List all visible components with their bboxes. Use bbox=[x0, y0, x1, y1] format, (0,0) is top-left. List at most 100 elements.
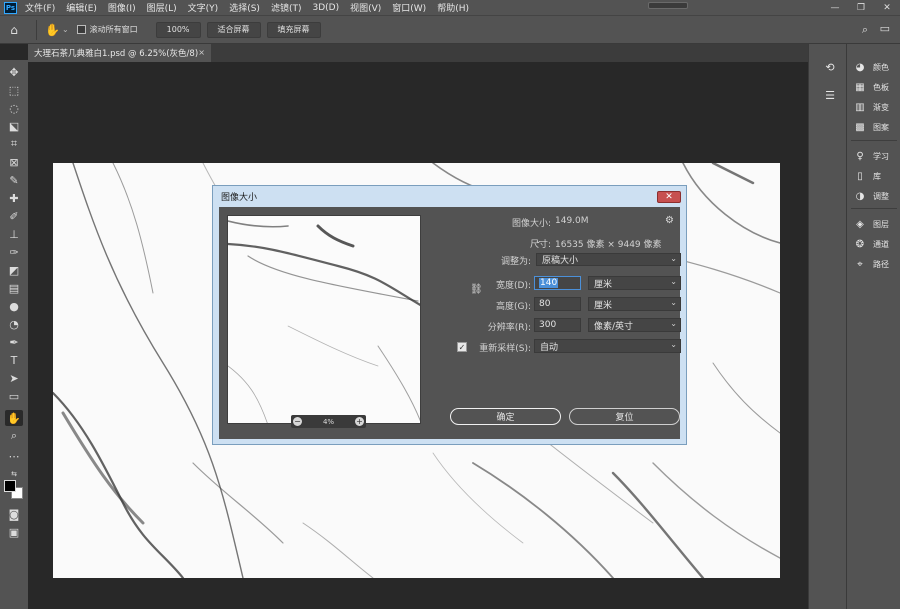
fit-to-value: 原稿大小 bbox=[542, 256, 579, 266]
width-input[interactable]: 140 bbox=[534, 276, 581, 290]
move-tool-icon[interactable]: ✥ bbox=[5, 64, 23, 80]
resample-value: 自动 bbox=[540, 342, 559, 353]
dialog-close-button[interactable]: ✕ bbox=[657, 191, 681, 203]
close-window-button[interactable]: ✕ bbox=[874, 0, 900, 15]
fit-screen-button[interactable]: 适合屏幕 bbox=[206, 21, 261, 38]
dodge-tool-icon[interactable]: ◔ bbox=[5, 316, 23, 332]
menu-help[interactable]: 帮助(H) bbox=[437, 1, 469, 14]
scroll-all-checkbox[interactable] bbox=[76, 25, 86, 34]
panel-patterns[interactable]: ▩ 图案 bbox=[847, 118, 900, 136]
resolution-unit-select[interactable]: 像素/英寸 ⌄ bbox=[588, 318, 681, 332]
panel-label: 库 bbox=[873, 171, 881, 181]
swatches-icon: ▦ bbox=[855, 81, 865, 93]
panel-label: 路径 bbox=[873, 259, 889, 269]
resample-label: 重新采样(S): bbox=[479, 344, 531, 354]
height-unit-select[interactable]: 厘米 ⌄ bbox=[588, 297, 681, 311]
menu-bar: Ps 文件(F) 编辑(E) 图像(I) 图层(L) 文字(Y) 选择(S) 滤… bbox=[0, 0, 900, 15]
panel-adjustments[interactable]: ◑ 调整 bbox=[847, 187, 900, 205]
photoshop-logo-icon: Ps bbox=[4, 1, 17, 14]
history-brush-tool-icon[interactable]: ✑ bbox=[5, 244, 23, 260]
panel-swatches[interactable]: ▦ 色板 bbox=[847, 78, 900, 96]
quick-mask-icon[interactable]: ◙ bbox=[5, 506, 23, 522]
eyedropper-tool-icon[interactable]: ✎ bbox=[5, 172, 23, 188]
menu-layer[interactable]: 图层(L) bbox=[147, 1, 177, 14]
divider bbox=[36, 19, 37, 40]
tab-close-icon[interactable]: × bbox=[198, 48, 205, 57]
gear-icon[interactable]: ⚙ bbox=[665, 215, 674, 226]
width-unit-select[interactable]: 厘米 ⌄ bbox=[588, 276, 681, 290]
menu-select[interactable]: 选择(S) bbox=[229, 1, 260, 14]
panel-gradients[interactable]: ▥ 渐变 bbox=[847, 98, 900, 116]
dimensions-chevron-icon[interactable]: ⌄ bbox=[535, 236, 542, 245]
panel-color[interactable]: ◕ 颜色 bbox=[847, 58, 900, 76]
panel-channels[interactable]: ❂ 通道 bbox=[847, 235, 900, 253]
hand-tool-icon[interactable]: ✋ bbox=[45, 23, 60, 37]
restore-button[interactable]: ❐ bbox=[848, 0, 874, 15]
rectangle-tool-icon[interactable]: ▭ bbox=[5, 388, 23, 404]
frame-tool-icon[interactable]: ⊠ bbox=[5, 154, 23, 170]
image-preview[interactable] bbox=[227, 215, 421, 424]
eraser-tool-icon[interactable]: ◩ bbox=[5, 262, 23, 278]
menu-edit[interactable]: 编辑(E) bbox=[66, 1, 97, 14]
blur-tool-icon[interactable]: ● bbox=[5, 298, 23, 314]
path-select-tool-icon[interactable]: ➤ bbox=[5, 370, 23, 386]
menu-window[interactable]: 窗口(W) bbox=[392, 1, 426, 14]
home-icon[interactable]: ⌂ bbox=[0, 16, 28, 44]
clone-stamp-tool-icon[interactable]: ⊥ bbox=[5, 226, 23, 242]
zoom-in-icon[interactable]: + bbox=[354, 417, 364, 426]
resample-checkbox[interactable]: ✓ bbox=[457, 342, 467, 352]
brush-tool-icon[interactable]: ✐ bbox=[5, 208, 23, 224]
height-input[interactable]: 80 bbox=[534, 297, 581, 311]
marquee-tool-icon[interactable]: ⬚ bbox=[5, 82, 23, 98]
zoom-tool-icon[interactable]: ⌕ bbox=[5, 428, 23, 444]
crop-tool-icon[interactable]: ⌗ bbox=[5, 136, 23, 152]
menu-filter[interactable]: 滤镜(T) bbox=[271, 1, 302, 14]
zoom-100-button[interactable]: 100% bbox=[155, 21, 201, 38]
reset-button[interactable]: 复位 bbox=[569, 408, 680, 425]
zoom-out-icon[interactable]: − bbox=[293, 417, 302, 426]
foreground-color-swatch[interactable] bbox=[4, 480, 16, 492]
panel-libraries[interactable]: ▯ 库 bbox=[847, 167, 900, 185]
panel-paths[interactable]: ⌖ 路径 bbox=[847, 255, 900, 273]
search-icon[interactable]: ⌕ bbox=[862, 23, 868, 37]
document-tab[interactable]: 大理石茶几典雅白1.psd @ 6.25%(灰色/8) × bbox=[28, 44, 211, 62]
menu-3d[interactable]: 3D(D) bbox=[312, 3, 339, 13]
resolution-input[interactable]: 300 bbox=[534, 318, 581, 332]
cloud-status-box[interactable] bbox=[648, 2, 688, 9]
resample-select[interactable]: 自动 ⌄ bbox=[534, 339, 681, 353]
type-tool-icon[interactable]: T bbox=[5, 352, 23, 368]
gradient-tool-icon[interactable]: ▤ bbox=[5, 280, 23, 296]
paths-icon: ⌖ bbox=[857, 258, 863, 270]
chevron-down-icon: ⌄ bbox=[670, 298, 677, 307]
hand-tool-icon[interactable]: ✋ bbox=[5, 410, 23, 426]
panel-learn[interactable]: ♀ 学习 bbox=[847, 147, 900, 165]
dialog-titlebar[interactable]: 图像大小 ✕ bbox=[213, 186, 686, 207]
lightbulb-icon: ♀ bbox=[856, 150, 864, 162]
quick-select-tool-icon[interactable]: ⬕ bbox=[5, 118, 23, 134]
resolution-value: 300 bbox=[539, 320, 557, 330]
panel-label: 渐变 bbox=[873, 102, 889, 112]
preview-zoom-control: − 4% + bbox=[291, 415, 366, 428]
menu-image[interactable]: 图像(I) bbox=[108, 1, 136, 14]
panel-label: 调整 bbox=[873, 191, 889, 201]
history-icon[interactable]: ⟲ bbox=[823, 60, 837, 74]
minimize-button[interactable]: — bbox=[822, 0, 848, 15]
panel-layers[interactable]: ◈ 图层 bbox=[847, 215, 900, 233]
fit-to-select[interactable]: 原稿大小 ⌄ bbox=[536, 253, 681, 266]
ok-button[interactable]: 确定 bbox=[450, 408, 561, 425]
menu-view[interactable]: 视图(V) bbox=[350, 1, 381, 14]
workspace-icon[interactable]: ▭ bbox=[880, 22, 890, 35]
lasso-tool-icon[interactable]: ◌ bbox=[5, 100, 23, 116]
pen-tool-icon[interactable]: ✒ bbox=[5, 334, 23, 350]
healing-brush-tool-icon[interactable]: ✚ bbox=[5, 190, 23, 206]
fill-screen-button[interactable]: 填充屏幕 bbox=[266, 21, 321, 38]
screen-mode-icon[interactable]: ▣ bbox=[5, 524, 23, 540]
properties-icon[interactable]: ☰ bbox=[823, 88, 837, 102]
tools-panel: ✥ ⬚ ◌ ⬕ ⌗ ⊠ ✎ ✚ ✐ ⊥ ✑ ◩ ▤ ● ◔ ✒ T ➤ ▭ ✋ … bbox=[0, 60, 28, 609]
menu-type[interactable]: 文字(Y) bbox=[188, 1, 219, 14]
more-tools-icon[interactable]: ⋯ bbox=[5, 448, 23, 464]
library-icon: ▯ bbox=[857, 170, 863, 182]
menu-file[interactable]: 文件(F) bbox=[25, 1, 55, 14]
chevron-down-icon[interactable]: ⌄ bbox=[62, 25, 69, 34]
gradient-icon: ▥ bbox=[855, 101, 865, 113]
